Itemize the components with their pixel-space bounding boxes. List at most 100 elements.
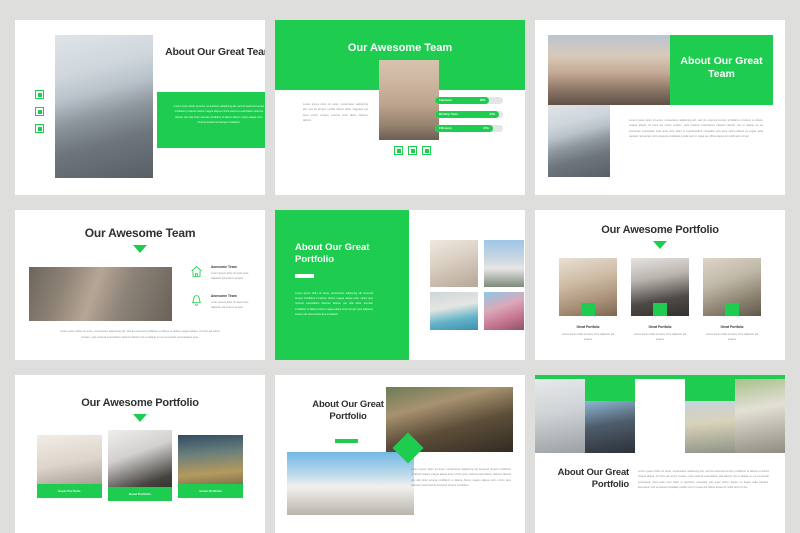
photo-column [585,375,635,453]
photo-column [535,375,585,453]
portfolio-caption-bar: Great Portfolio [178,484,244,498]
twitter-icon[interactable] [408,146,417,155]
skill-value: 80% [480,99,486,102]
portfolio-caption-bar: Great Portfolio [37,484,102,498]
facebook-icon[interactable] [394,146,403,155]
woman-with-sunglasses-photo [379,60,439,140]
kitchen-wood-photo [559,258,617,316]
skill-label: Working Times [439,113,459,116]
portfolio-card[interactable]: Great Portfolio [107,430,173,501]
white-building-photo [535,378,585,453]
living-loft-photo [703,258,761,316]
pool-villa-photo [430,292,478,330]
team-meeting-photo [29,267,172,321]
slide-7[interactable]: Our Awesome Portfolio Great Portfolio Gr… [15,375,265,533]
slide-1-body: Lorem ipsum dolor sit amet, consectetur … [173,105,265,125]
building-photo-strip [535,375,785,453]
instagram-icon[interactable] [422,146,431,155]
slide-6-title: Our Awesome Portfolio [601,224,719,236]
slide-9[interactable]: About Our Great Portfolio Lorem ipsum do… [535,375,785,533]
woman-street-photo [548,35,670,105]
skill-bar-fill: Working Times 94% [435,111,499,118]
facebook-icon[interactable] [35,90,44,99]
kitchen-dark-photo [631,258,689,316]
slide-8-body: Lorem ipsum dolor sit amet, consectetur … [411,468,511,487]
slide-6-title-group: Our Awesome Portfolio [535,224,785,250]
feature-description: Lorem ipsum dolor sit amet cons adipisci… [211,301,249,310]
portfolio-caption: Great Portfolio [128,492,152,496]
white-villa-photo [287,452,414,515]
portfolio-caption: Great Portfolio [199,489,222,493]
slide-8[interactable]: About Our Great Portfolio Lorem ipsum do… [275,375,525,533]
slide-9-body: Lorem ipsum dolor sit amet, consectetur … [638,470,769,489]
social-icon-stack [35,90,44,141]
portfolio-card-title: Great Portfolio [648,325,672,329]
skill-label: Teamwork [439,99,452,102]
accent-bar [685,375,735,401]
modern-house-photo [484,240,524,287]
feature-text-block: Awesome Team Lorem ipsum dolor sit amet … [211,294,251,312]
portfolio-card[interactable]: Great Portfolio [37,435,102,498]
portfolio-card[interactable]: Great Portfolio Lorem ipsum dolor sit am… [703,258,761,342]
slide-1-title: About Our Great Team [165,46,265,58]
slide-5-title: About Our Great Portfolio [295,242,370,265]
photo-column [635,375,685,453]
twitter-icon[interactable] [35,107,44,116]
accent-chip [725,303,739,316]
slide-6[interactable]: Our Awesome Portfolio Great Portfolio Lo… [535,210,785,360]
instagram-icon[interactable] [35,124,44,133]
home-icon [190,265,203,283]
portfolio-card[interactable]: Great Portfolio [178,435,244,498]
portfolio-card-title: Great Portfolio [720,325,744,329]
slide-7-title: Our Awesome Portfolio [81,397,199,409]
slide-5-body: Lorem ipsum dolor sit amet, consectetur … [295,291,373,316]
slide-2[interactable]: Our Awesome Team Lorem ipsum dolor sit a… [275,20,525,195]
slide-4-title-group: Our Awesome Team [15,226,265,253]
pink-street-photo [484,292,524,330]
photo-column [735,375,785,453]
portfolio-image-grid [430,240,524,330]
slide-5-text-panel: About Our Great Portfolio Lorem ipsum do… [275,210,409,360]
skill-bar-list: Teamwork 80% Working Times 94% Efficienc… [435,97,503,139]
accent-chip [581,303,595,316]
slide-4-footer-text: Lorem ipsum dolor sit amet, consectetur … [59,330,221,339]
skill-bar-fill: Teamwork 80% [435,97,490,104]
feature-item-bell[interactable]: Awesome Team Lorem ipsum dolor sit amet … [190,294,251,312]
slide-5[interactable]: About Our Great Portfolio Lorem ipsum do… [275,210,525,360]
portfolio-card[interactable]: Great Portfolio Lorem ipsum dolor sit am… [559,258,617,342]
portfolio-card[interactable]: Great Portfolio Lorem ipsum dolor sit am… [631,258,689,342]
skill-bar-track: Teamwork 80% [435,97,503,104]
skill-label: Efficiency [439,127,452,130]
portfolio-caption-bar: Great Portfolio [107,487,173,501]
slide-3[interactable]: About Our Great Team Lorem ipsum dolor s… [535,20,785,195]
skill-bar-fill: Efficiency 85% [435,125,493,132]
slide-9-title: About Our Great Portfolio [557,467,630,490]
slide-deck-grid: About Our Great Team Lorem ipsum dolor s… [0,0,800,533]
portfolio-card-title: Great Portfolio [576,325,600,329]
businessman-in-suit-photo [55,35,153,178]
portfolio-card-list: Great Portfolio Great Portfolio Great Po… [37,430,244,501]
feature-item-home[interactable]: Awesome Team Lorem ipsum dolor sit amet … [190,265,251,283]
slide-2-body: Lorem ipsum dolor sit amet, consectetur … [303,103,368,122]
accent-bar [585,375,635,401]
city-skyline-photo [635,379,685,454]
skill-bar-track: Working Times 94% [435,111,503,118]
glass-tower-photo [585,401,635,453]
slide-2-title: Our Awesome Team [347,42,453,54]
slide-4[interactable]: Our Awesome Team Awesome Team Lorem ipsu… [15,210,265,360]
slide-1[interactable]: About Our Great Team Lorem ipsum dolor s… [15,20,265,195]
slide-1-text-panel: Lorem ipsum dolor sit amet, consectetur … [157,92,265,148]
portfolio-card-list: Great Portfolio Lorem ipsum dolor sit am… [559,258,761,342]
skill-bar-track: Efficiency 85% [435,125,503,132]
skill-value: 94% [489,113,495,116]
social-icon-row [394,146,431,155]
colonial-house-photo [735,378,785,453]
businessman-in-suit-photo [548,105,610,177]
feature-description: Lorem ipsum dolor sit amet cons adipisci… [211,272,249,281]
slide-3-title-panel: About Our Great Team [670,35,773,105]
portfolio-card-text: Lorem ipsum dolor sit amet cons adipisci… [633,333,687,342]
accent-chip [653,303,667,316]
slide-8-title: About Our Great Portfolio [312,399,384,422]
bell-icon [190,294,203,312]
feature-list: Awesome Team Lorem ipsum dolor sit amet … [190,265,251,323]
